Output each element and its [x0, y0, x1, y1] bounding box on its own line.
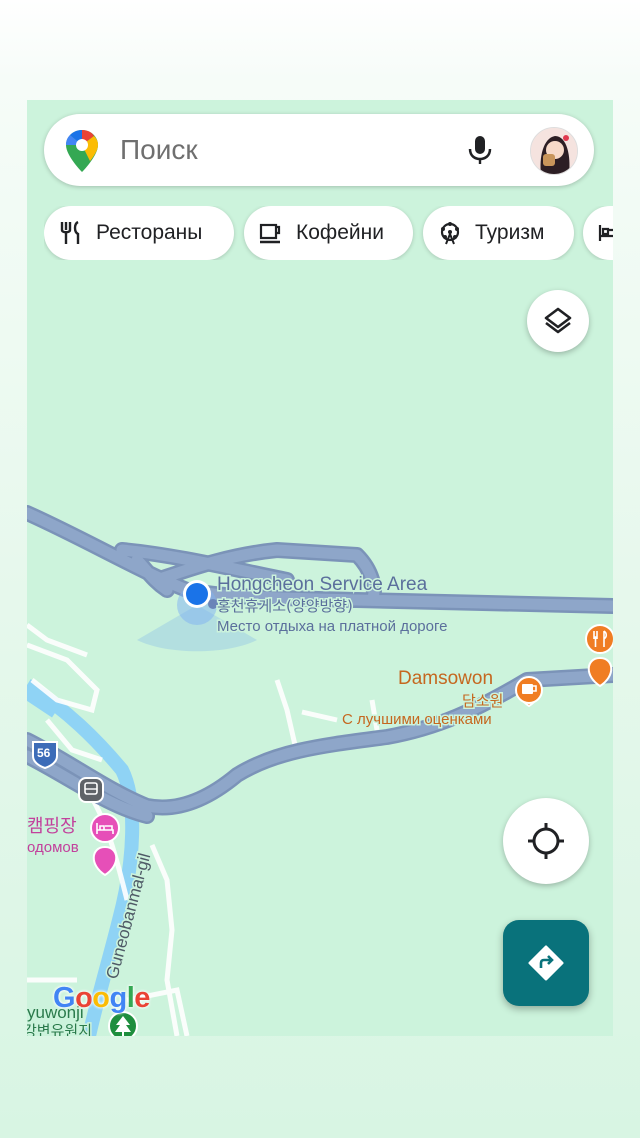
google-attribution-logo: Google	[53, 982, 150, 1015]
camping-subtitle: одомов	[27, 839, 79, 856]
google-maps-logo-icon	[66, 130, 98, 172]
damsowon-local-name: 담소원	[462, 692, 503, 710]
service-area-name: Hongcheon Service Area	[217, 574, 428, 595]
directions-button[interactable]	[503, 920, 589, 1006]
restaurant-icon	[60, 220, 80, 244]
category-chips: Рестораны Кофейни Туризм	[44, 206, 613, 260]
google-logo-letter: o	[75, 982, 93, 1014]
google-logo-letter: o	[92, 982, 110, 1014]
camping-local-name: 캠핑장	[27, 816, 77, 837]
my-location-button[interactable]	[503, 798, 589, 884]
chip-tourism[interactable]: Туризм	[423, 206, 574, 260]
account-avatar[interactable]	[530, 127, 578, 175]
crosshair-icon	[528, 823, 564, 859]
google-logo-letter: g	[109, 982, 128, 1014]
service-area-local-name: 홍천휴게소(양양방향)	[217, 597, 353, 615]
google-logo-letter: G	[53, 982, 76, 1014]
google-logo-letter: e	[134, 982, 150, 1014]
chip-hotels[interactable]	[583, 206, 613, 260]
avatar-image	[531, 128, 577, 174]
lodging-pin[interactable]	[90, 813, 120, 877]
chip-cafes-label: Кофейни	[296, 221, 384, 244]
chip-tourism-label: Туризм	[475, 221, 545, 244]
bottom-place-local-name: 강변유원지	[27, 1022, 92, 1036]
chip-cafes[interactable]: Кофейни	[244, 206, 413, 260]
map-view[interactable]: Hongcheon Service Area 홍천휴게소(양양방향) Место…	[27, 100, 613, 1036]
chip-restaurants-label: Рестораны	[96, 221, 203, 244]
microphone-icon[interactable]	[464, 134, 496, 166]
damsowon-subtitle: С лучшими оценками	[342, 711, 492, 728]
layers-button[interactable]	[527, 290, 589, 352]
park-pin[interactable]	[108, 1011, 138, 1036]
hotel-icon	[598, 225, 613, 241]
damsowon-name: Damsowon	[398, 668, 493, 689]
cafe-pin[interactable]	[515, 676, 543, 708]
search-bar[interactable]: Поиск	[44, 114, 594, 186]
route-shield: 56	[32, 741, 58, 770]
layers-icon	[544, 307, 572, 334]
coffee-icon	[259, 223, 281, 244]
service-area-subtitle: Место отдыха на платной дороге	[217, 618, 447, 635]
directions-icon	[528, 945, 564, 981]
river-left	[27, 682, 62, 718]
search-input[interactable]: Поиск	[120, 134, 198, 166]
bus-stop-icon[interactable]	[78, 777, 104, 803]
chip-restaurants[interactable]: Рестораны	[44, 206, 234, 260]
attractions-icon	[440, 222, 460, 245]
restaurant-pin[interactable]	[585, 624, 613, 688]
route-shield-number: 56	[37, 746, 51, 760]
